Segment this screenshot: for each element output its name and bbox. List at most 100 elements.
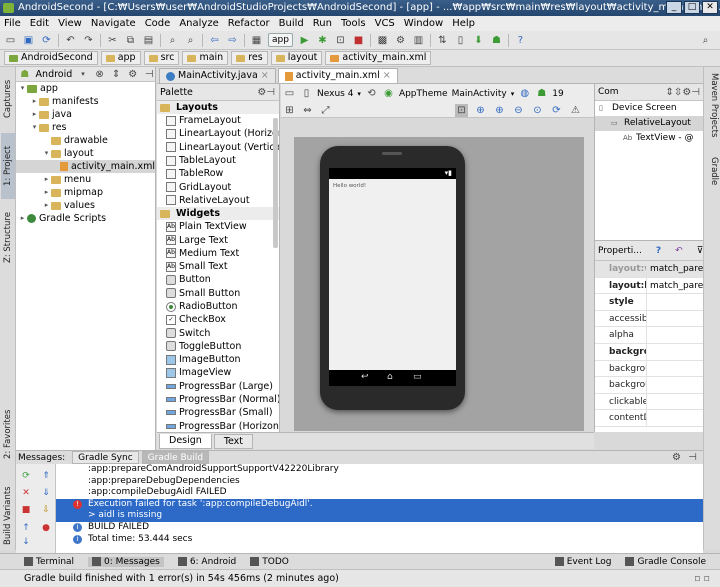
scroll-down-icon[interactable]: ⇓ — [40, 487, 52, 499]
undo-icon[interactable]: ↶ — [675, 246, 683, 256]
api-selector[interactable]: 19 — [552, 89, 563, 99]
editor-tab[interactable]: activity_main.xml × — [277, 68, 398, 83]
tab-gradle-sync[interactable]: Gradle Sync — [72, 451, 139, 464]
search-everywhere-icon[interactable]: ⌕ — [699, 34, 712, 47]
property-value[interactable] — [647, 344, 703, 360]
component-tree-item[interactable]: ▯ Device Screen — [595, 101, 703, 116]
palette-item[interactable]: Button — [157, 273, 279, 286]
hide-icon[interactable]: ⊣ — [266, 87, 275, 98]
palette-scrollbar[interactable] — [273, 118, 278, 248]
property-value[interactable] — [647, 361, 703, 377]
menu-item-analyze[interactable]: Analyze — [179, 18, 218, 29]
tab-design[interactable]: Design — [159, 433, 212, 449]
scroll-up-icon[interactable]: ⇑ — [40, 470, 52, 482]
android-monitor-icon[interactable]: ☗ — [490, 34, 503, 47]
target-icon[interactable]: ⊗ — [94, 68, 106, 81]
palette-item[interactable]: Switch — [157, 326, 279, 339]
orientation-icon[interactable]: ⟲ — [365, 87, 378, 100]
menu-item-navigate[interactable]: Navigate — [91, 18, 136, 29]
find-icon[interactable]: ⌕ — [166, 34, 179, 47]
project-tree-item[interactable]: ▸ mipmap — [16, 186, 155, 199]
captures-tab[interactable]: Captures — [1, 73, 15, 125]
warning-icon[interactable]: ⚠ — [569, 104, 582, 117]
property-value[interactable] — [647, 377, 703, 393]
project-tree-item[interactable]: ▸ manifests — [16, 95, 155, 108]
stop-icon[interactable]: ■ — [20, 504, 32, 516]
cut-icon[interactable]: ✂ — [106, 34, 119, 47]
menu-item-refactor[interactable]: Refactor — [228, 18, 270, 29]
phone-icon[interactable]: ▯ — [300, 87, 313, 100]
message-line[interactable]: :app:prepareDebugDependencies — [56, 476, 703, 488]
gear-icon[interactable]: ⚙ — [670, 451, 683, 464]
hide-icon[interactable]: ⊣ — [691, 87, 700, 98]
menu-item-help[interactable]: Help — [452, 18, 475, 29]
replace-icon[interactable]: ⌕ — [184, 34, 197, 47]
property-value[interactable] — [647, 311, 703, 327]
palette-item[interactable]: ProgressBar (Normal) — [157, 393, 279, 406]
property-row[interactable]: clickable — [595, 393, 703, 411]
menu-item-vcs[interactable]: VCS — [375, 18, 395, 29]
close-icon[interactable]: × — [261, 69, 269, 83]
gear-icon[interactable]: ⚙ — [257, 87, 266, 98]
hide-icon[interactable]: ⊣ — [143, 68, 155, 81]
message-line[interactable]: i Total time: 53.444 secs — [56, 534, 703, 546]
activity-selector[interactable]: MainActivity — [452, 89, 507, 99]
project-tree-item[interactable]: ▸ java — [16, 108, 155, 121]
expand-icon[interactable]: ⤢ — [319, 104, 332, 117]
project-tool-tab[interactable]: 1: Project — [1, 133, 15, 199]
zoom-in-icon[interactable]: ⊕ — [493, 104, 506, 117]
tab-text[interactable]: Text — [213, 433, 254, 449]
expand-icon[interactable]: ⇕ — [666, 87, 674, 98]
project-tree-item[interactable]: ▾ layout — [16, 147, 155, 160]
project-tree-item[interactable]: ▸ values — [16, 199, 155, 212]
palette-item[interactable]: GridLayout — [157, 180, 279, 193]
project-tree-item[interactable]: drawable — [16, 134, 155, 147]
chevron-right-icon[interactable]: ▸ — [30, 95, 39, 108]
palette-item[interactable]: LinearLayout (Vertical) — [157, 141, 279, 154]
bottom-tab[interactable]: Gradle Console — [625, 557, 706, 567]
property-row[interactable]: accessib — [595, 310, 703, 328]
layout-icon[interactable]: ▭ — [283, 87, 296, 100]
chevron-down-icon[interactable]: ▾ — [357, 90, 361, 98]
palette-group-layouts[interactable]: Layouts — [157, 101, 279, 114]
message-line[interactable]: :app:compileDebugAidl FAILED — [56, 487, 703, 499]
bottom-tab[interactable]: 6: Android — [177, 557, 236, 567]
zoom-actual-icon[interactable]: ⊕ — [474, 104, 487, 117]
attach-debugger-icon[interactable]: ⊡ — [334, 34, 347, 47]
zoom-to-fit-icon[interactable]: ⊡ — [455, 104, 468, 117]
gear-icon[interactable]: ⚙ — [127, 68, 139, 81]
menu-item-build[interactable]: Build — [279, 18, 304, 29]
property-value[interactable] — [647, 327, 703, 343]
help-icon[interactable]: ? — [656, 246, 661, 256]
property-row[interactable]: layout:wmatch_parer — [595, 261, 703, 278]
redo-icon[interactable]: ↷ — [82, 34, 95, 47]
hide-icon[interactable]: ⊣ — [686, 451, 699, 464]
breadcrumb-item[interactable]: layout — [270, 51, 323, 65]
property-row[interactable]: contentDe — [595, 410, 703, 427]
message-line[interactable]: ! Execution failed for task ':app:compile… — [56, 498, 703, 511]
property-row[interactable]: alpha — [595, 327, 703, 344]
chevron-down-icon[interactable]: ▾ — [30, 121, 39, 134]
collapse-all-icon[interactable]: ⇕ — [110, 68, 122, 81]
message-line[interactable]: i BUILD FAILED — [56, 522, 703, 534]
bottom-tab[interactable]: 0: Messages — [88, 556, 164, 567]
previous-icon[interactable]: ↑ — [20, 522, 32, 534]
palette-item[interactable]: ProgressBar (Large) — [157, 380, 279, 393]
palette-item[interactable]: Ab Large Text — [157, 233, 279, 246]
rerun-icon[interactable]: ⟳ — [20, 470, 32, 482]
close-icon[interactable]: ✕ — [20, 487, 32, 499]
avd-manager-icon[interactable]: ▯ — [454, 34, 467, 47]
message-line[interactable]: :app:prepareComAndroidSupportSupportV422… — [56, 464, 703, 476]
breadcrumb-item[interactable]: app — [100, 51, 141, 65]
zoom-out-icon[interactable]: ⊖ — [512, 104, 525, 117]
error-icon[interactable]: ● — [40, 522, 52, 534]
chevron-right-icon[interactable]: ▸ — [30, 108, 39, 121]
make-project-icon[interactable]: ▦ — [250, 34, 263, 47]
forward-icon[interactable]: ⇨ — [226, 34, 239, 47]
project-tree-item[interactable]: ▸ menu — [16, 173, 155, 186]
theme-selector[interactable]: AppTheme — [399, 89, 448, 99]
property-row[interactable]: backgro — [595, 343, 703, 361]
palette-item[interactable]: ImageView — [157, 366, 279, 379]
sync-icon[interactable]: ⟳ — [40, 34, 53, 47]
help-icon[interactable]: ? — [514, 34, 527, 47]
